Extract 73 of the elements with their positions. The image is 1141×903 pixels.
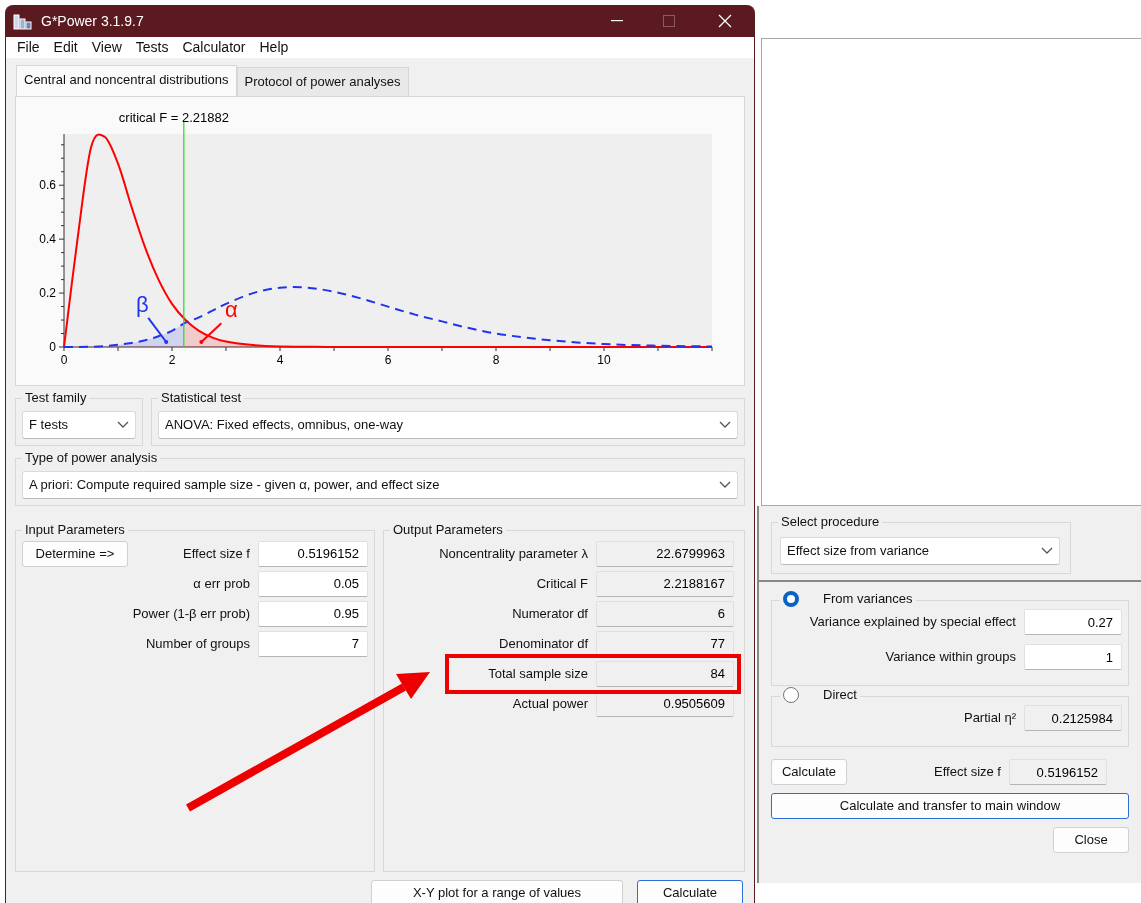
field-label: Noncentrality parameter λ: [439, 544, 588, 563]
output-field[interactable]: 6: [596, 600, 734, 627]
determine-button[interactable]: Determine =>: [22, 540, 128, 567]
tick-label: 6: [384, 352, 392, 367]
tick-label: 0.6: [39, 177, 56, 192]
chevron-down-icon: [719, 420, 731, 429]
field-label: Number of groups: [145, 634, 250, 653]
calculate-button[interactable]: Calculate: [637, 879, 743, 903]
chevron-down-icon: [719, 480, 731, 489]
close-icon[interactable]: [718, 14, 732, 28]
chevron-down-icon: [1041, 547, 1053, 555]
input-field[interactable]: 0.95: [258, 600, 368, 627]
field-label: α err prob: [193, 574, 250, 593]
menu-item[interactable]: File: [10, 37, 47, 58]
field-label: Effect size f: [183, 544, 250, 563]
leader-line: [147, 316, 169, 344]
minimize-icon[interactable]: [611, 20, 623, 22]
field-label: Partial η²: [963, 709, 1016, 728]
region-label: α: [225, 296, 238, 322]
field-label: Effect size f: [934, 763, 1001, 782]
input-field[interactable]: 0.27: [1024, 609, 1122, 635]
tick-label: 10: [597, 352, 611, 367]
transfer-button[interactable]: Calculate and transfer to main window: [771, 793, 1129, 819]
radio-button[interactable]: [783, 687, 799, 703]
option-label: From variances: [823, 591, 913, 607]
calculate-button[interactable]: Calculate: [771, 759, 847, 785]
window-title: G*Power 3.1.9.7: [41, 11, 145, 31]
field-label: Power (1-β err prob): [132, 604, 250, 623]
region-label: β: [135, 291, 149, 317]
test-family-dropdown[interactable]: F tests: [22, 410, 136, 439]
field-label: Variance explained by special effect: [809, 613, 1016, 632]
output-field[interactable]: 77: [596, 630, 734, 657]
menu-item[interactable]: Help: [252, 37, 296, 58]
tick-label: 8: [492, 352, 500, 367]
tick-label: 0: [49, 339, 56, 354]
leader-line: [199, 321, 223, 344]
analysis-type-dropdown[interactable]: A priori: Compute required sample size - given α, power, and effect size: [22, 470, 738, 499]
field-label: Total sample size: [488, 664, 588, 683]
procedure-dropdown[interactable]: Effect size from variance: [780, 537, 1060, 565]
field-label: Critical F: [536, 574, 588, 593]
menu-item[interactable]: Edit: [46, 37, 85, 58]
tick-label: 0.4: [39, 231, 56, 246]
output-field[interactable]: 0.5196152: [1009, 759, 1107, 785]
input-field[interactable]: 1: [1024, 644, 1122, 670]
field-label: Actual power: [512, 694, 588, 713]
option-label: Direct: [823, 687, 857, 703]
output-field[interactable]: 84: [596, 660, 734, 687]
close-button[interactable]: Close: [1053, 827, 1129, 853]
tab[interactable]: Protocol of power analyses: [236, 67, 409, 96]
app-icon: [13, 12, 33, 30]
radio-button[interactable]: [783, 591, 799, 607]
input-field[interactable]: 0.05: [258, 570, 368, 597]
tick-label: 0.2: [39, 285, 56, 300]
plot-button[interactable]: X-Y plot for a range of values: [371, 879, 623, 903]
field-label: Denominator df: [499, 634, 588, 653]
menu-item[interactable]: Tests: [128, 37, 176, 58]
menu-item[interactable]: View: [84, 37, 129, 58]
critical-value-label: critical F = 2.21882: [118, 109, 229, 125]
chevron-down-icon: [117, 420, 129, 429]
field-label: Numerator df: [512, 604, 588, 623]
statistical-test-dropdown[interactable]: ANOVA: Fixed effects, omnibus, one-way: [158, 410, 738, 439]
input-field[interactable]: 7: [258, 630, 368, 657]
tick-label: 2: [168, 352, 176, 367]
output-field[interactable]: 2.2188167: [596, 570, 734, 597]
output-field[interactable]: 22.6799963: [596, 540, 734, 567]
menu-item[interactable]: Calculator: [175, 37, 253, 58]
input-field[interactable]: 0.5196152: [258, 540, 368, 567]
tick-label: 0: [60, 352, 68, 367]
tab[interactable]: Central and noncentral distributions: [16, 65, 237, 96]
tick-label: 4: [276, 352, 284, 367]
group-label: Select procedure: [778, 514, 883, 530]
output-field[interactable]: 0.2125984: [1024, 705, 1122, 731]
field-label: Variance within groups: [885, 648, 1016, 667]
